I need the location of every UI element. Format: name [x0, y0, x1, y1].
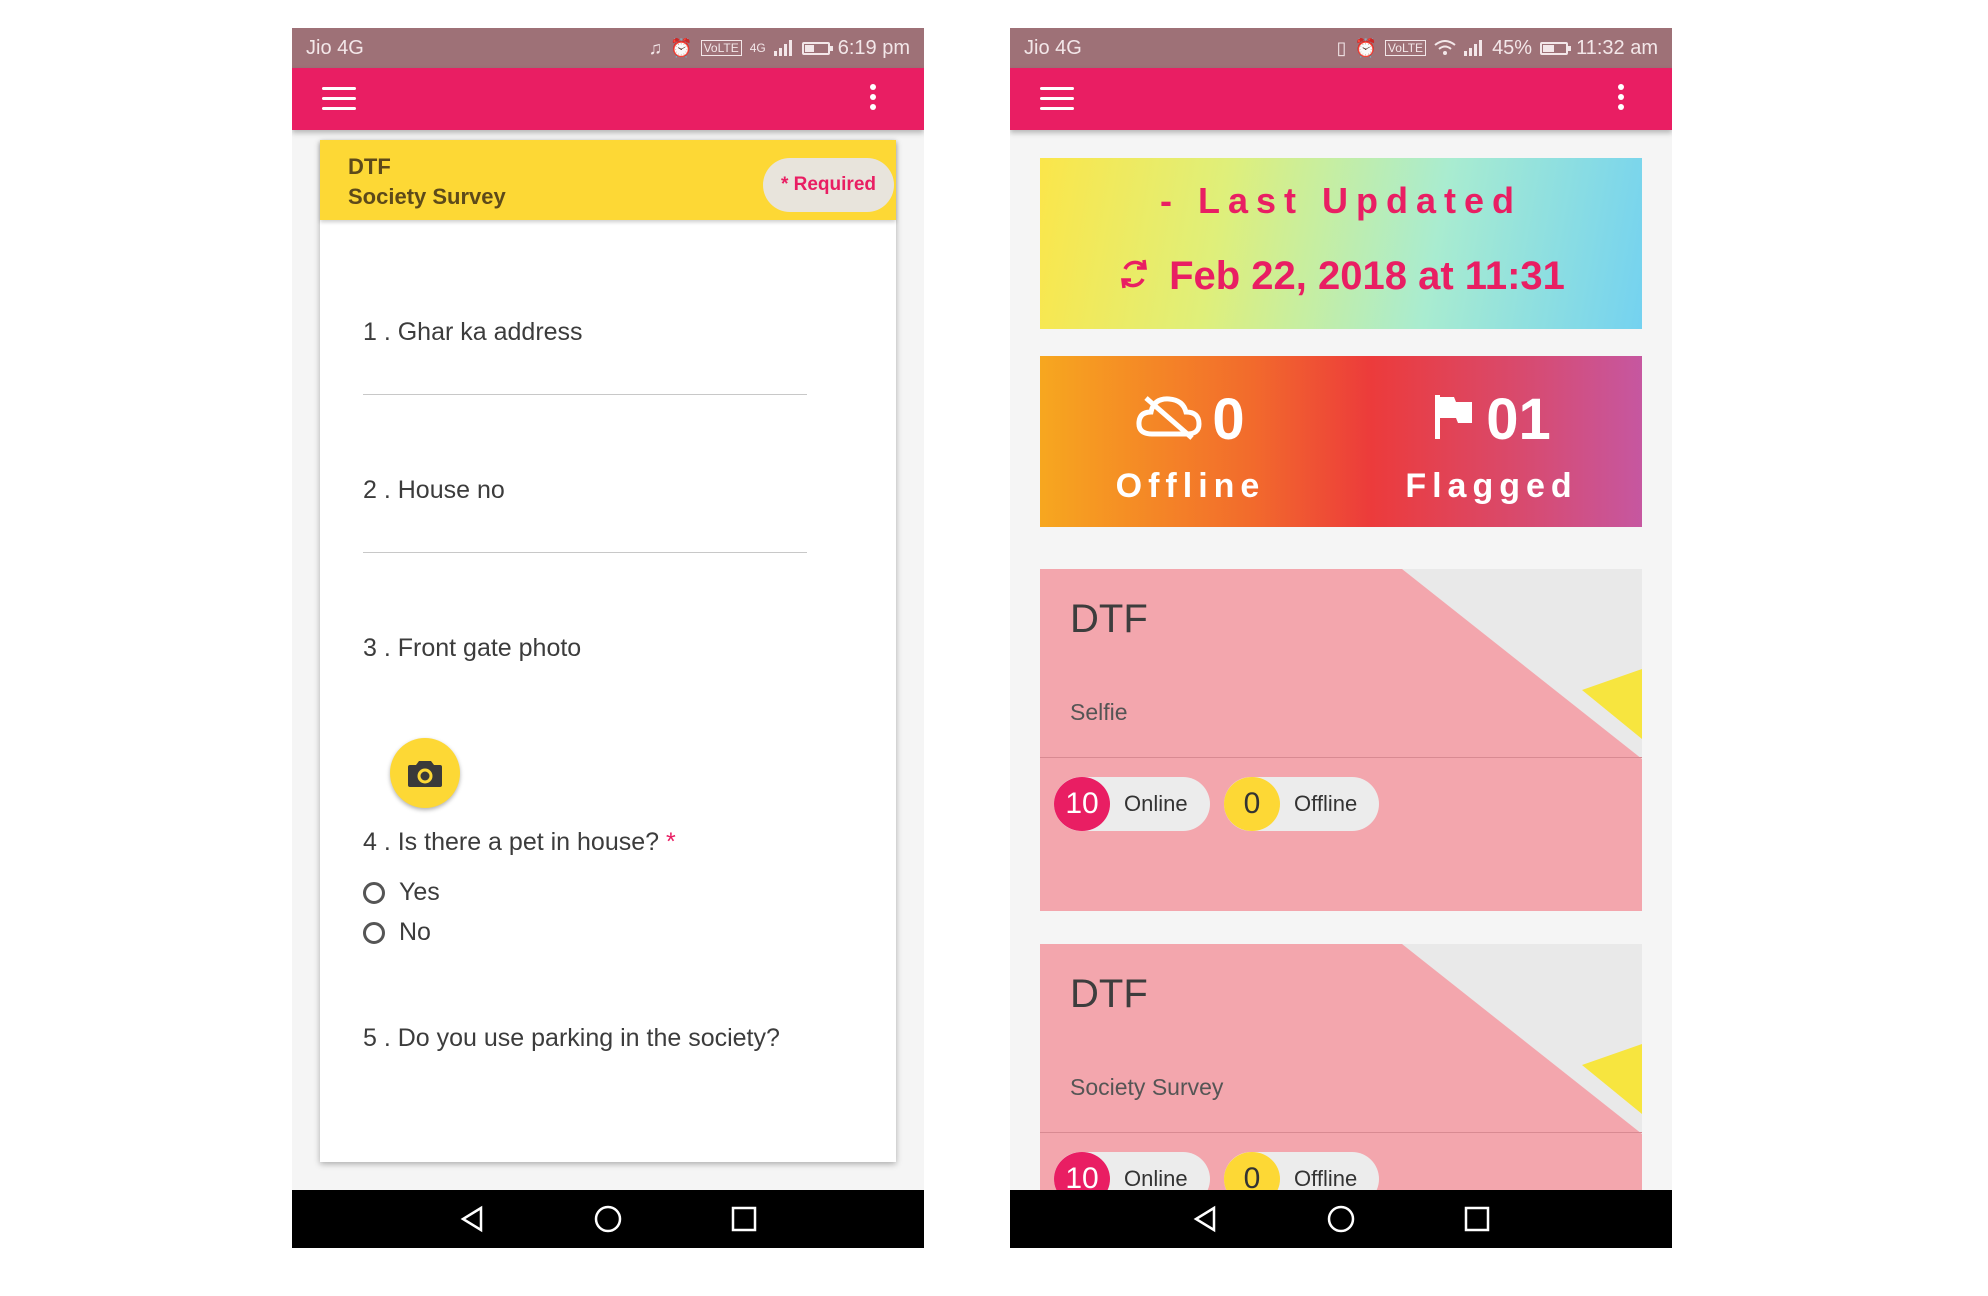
question-5-label: 5 . Do you use parking in the society?	[363, 1024, 780, 1052]
menu-icon[interactable]	[1040, 87, 1074, 111]
offline-stat[interactable]: 0 Offline	[1040, 386, 1341, 506]
battery-icon	[1540, 41, 1572, 55]
last-updated-card: - Last Updated Feb 22, 2018 at 11:31	[1040, 158, 1642, 329]
tile-decoration	[1402, 944, 1642, 1134]
question-4-label: 4 . Is there a pet in house? *	[363, 828, 676, 856]
question-2-label: 2 . House no	[363, 476, 505, 504]
form-tile-selfie[interactable]: DTF Selfie 10 Online 0 Offline	[1040, 569, 1642, 911]
offline-count: 0	[1212, 387, 1245, 452]
app-toolbar	[292, 68, 924, 130]
alarm-icon: ⏰	[1354, 37, 1377, 58]
cloud-off-icon	[1136, 394, 1202, 445]
wifi-icon	[1434, 40, 1456, 55]
alarm-icon: ⏰	[670, 37, 693, 58]
radio-yes-label: Yes	[399, 878, 440, 906]
question-3-label: 3 . Front gate photo	[363, 634, 582, 662]
status-bar: Jio 4G ♫ ⏰ VoLTE 4G 6:19 pm	[292, 28, 924, 68]
required-label: Required	[793, 174, 876, 195]
form-org: DTF	[348, 154, 391, 179]
battery-percent: 45%	[1492, 36, 1533, 59]
dashboard-screen: Jio 4G ▯ ⏰ VoLTE 45% 11:32 am - Last Upd…	[1010, 28, 1672, 1248]
question-2-input[interactable]	[363, 552, 807, 553]
nav-back-icon[interactable]	[1187, 1201, 1223, 1237]
clock: 6:19 pm	[837, 36, 910, 59]
flagged-stat[interactable]: 01 Flagged	[1341, 386, 1642, 506]
clock: 11:32 am	[1576, 36, 1658, 59]
flag-icon	[1432, 393, 1476, 446]
nav-recents-icon[interactable]	[726, 1201, 762, 1237]
required-star: *	[666, 828, 676, 856]
tile-org: DTF	[1070, 972, 1148, 1016]
online-label: Online	[1124, 1166, 1188, 1191]
offline-label: Offline	[1115, 467, 1266, 505]
last-updated-label: - Last Updated	[1159, 180, 1522, 221]
status-bar: Jio 4G ▯ ⏰ VoLTE 45% 11:32 am	[1010, 28, 1672, 68]
last-updated-row: Feb 22, 2018 at 11:31	[1040, 254, 1642, 301]
form-title: Society Survey	[348, 184, 506, 209]
battery-icon	[801, 41, 833, 55]
radio-no[interactable]: No	[363, 918, 431, 947]
survey-form-screen: Jio 4G ♫ ⏰ VoLTE 4G 6:19 pm DTF Society …	[292, 28, 924, 1248]
tile-divider	[1040, 1132, 1642, 1133]
radio-circle[interactable]	[363, 921, 385, 944]
question-1-label: 1 . Ghar ka address	[363, 318, 583, 346]
offline-label: Offline	[1294, 791, 1358, 816]
system-nav-bar	[1010, 1190, 1672, 1248]
tile-form-name: Selfie	[1070, 699, 1128, 725]
headset-icon: ♫	[648, 37, 663, 58]
system-nav-bar	[292, 1190, 924, 1248]
nav-recents-icon[interactable]	[1459, 1201, 1495, 1237]
radio-circle[interactable]	[363, 881, 385, 904]
tile-org: DTF	[1070, 597, 1148, 641]
required-chip: * Required	[762, 158, 894, 212]
flagged-label: Flagged	[1405, 467, 1578, 505]
nav-back-icon[interactable]	[454, 1201, 490, 1237]
online-count: 10	[1054, 777, 1110, 831]
question-1-input[interactable]	[363, 394, 807, 395]
offline-count-pill[interactable]: 0 Offline	[1224, 777, 1380, 831]
sync-icon[interactable]	[1117, 256, 1151, 301]
vibrate-icon: ▯	[1336, 37, 1347, 58]
signal-icon	[1464, 40, 1483, 56]
required-star: *	[780, 174, 789, 195]
nav-home-icon[interactable]	[1323, 1201, 1359, 1237]
menu-icon[interactable]	[322, 87, 356, 111]
survey-form-card: DTF Society Survey * Required 1 . Ghar k…	[320, 140, 896, 1162]
signal-icon	[773, 40, 792, 56]
online-label: Online	[1124, 791, 1188, 816]
app-toolbar	[1010, 68, 1672, 130]
radio-yes[interactable]: Yes	[363, 878, 440, 907]
radio-no-label: No	[399, 918, 431, 946]
camera-icon	[408, 761, 442, 787]
form-header: DTF Society Survey * Required	[320, 140, 896, 220]
stats-card: 0 Offline 01 Flagged	[1040, 356, 1642, 527]
network-type-icon: 4G	[749, 41, 766, 55]
flagged-count: 01	[1486, 387, 1551, 452]
carrier-label: Jio 4G	[1024, 36, 1082, 59]
more-vert-icon[interactable]	[868, 84, 878, 114]
tile-form-name: Society Survey	[1070, 1074, 1224, 1100]
offline-label: Offline	[1294, 1166, 1358, 1191]
online-count-pill[interactable]: 10 Online	[1054, 777, 1210, 831]
carrier-label: Jio 4G	[306, 36, 364, 59]
tile-divider	[1040, 757, 1642, 758]
offline-count: 0	[1224, 777, 1280, 831]
last-updated-value: Feb 22, 2018 at 11:31	[1169, 254, 1565, 298]
tile-decoration	[1402, 569, 1642, 759]
more-vert-icon[interactable]	[1616, 84, 1626, 114]
nav-home-icon[interactable]	[590, 1201, 626, 1237]
camera-button[interactable]	[390, 738, 460, 808]
volte-icon: VoLTE	[1384, 40, 1427, 56]
volte-icon: VoLTE	[700, 40, 742, 56]
